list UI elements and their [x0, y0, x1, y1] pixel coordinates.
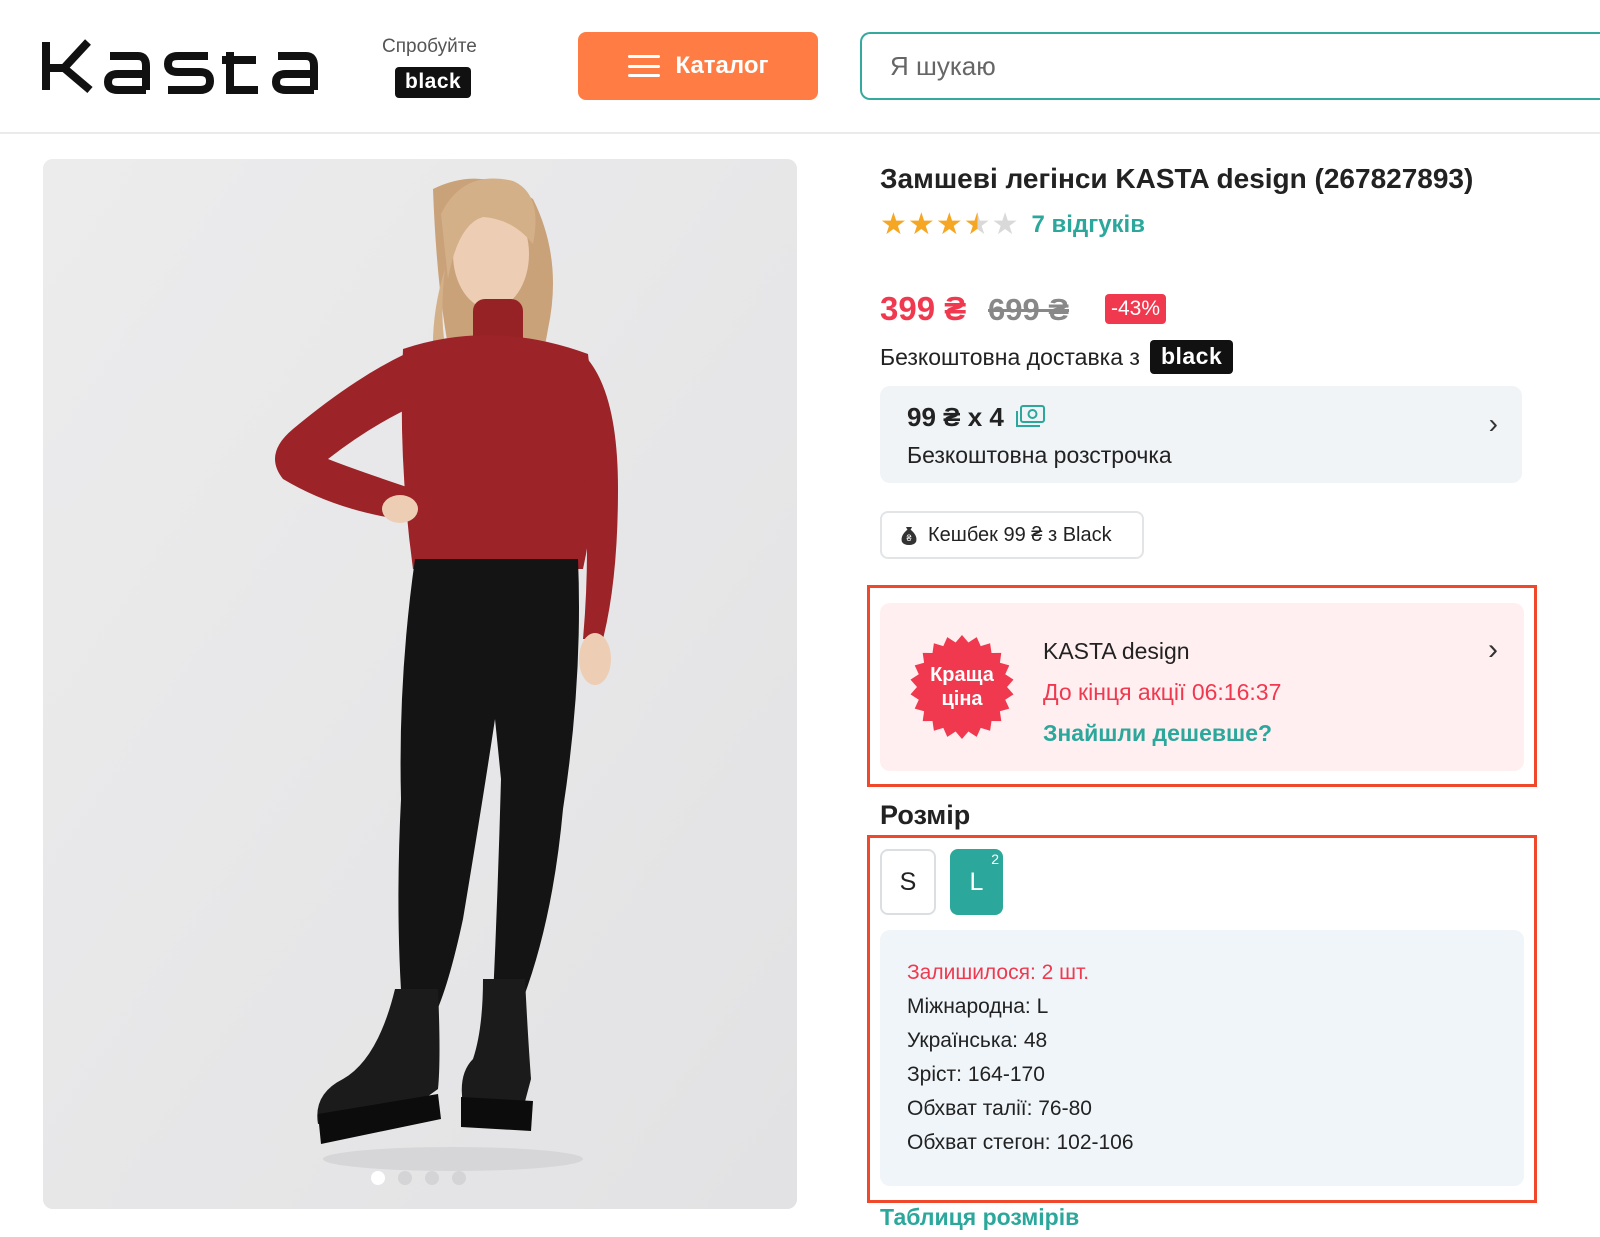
cash-icon [1015, 404, 1045, 427]
product-image[interactable] [43, 159, 797, 1209]
best-price-stamp: Краща ціна [908, 633, 1016, 741]
discount-badge: -43% [1105, 294, 1167, 324]
star-filled-icon: ★ [880, 208, 907, 241]
installment-card[interactable]: 99 ₴ x 4 Безкоштовна розстрочка › [880, 386, 1522, 483]
gallery-dot[interactable] [452, 1171, 466, 1185]
star-filled-icon: ★ [935, 208, 963, 241]
size-height: Зріст: 164-170 [907, 1063, 1045, 1086]
menu-icon [627, 55, 660, 77]
size-stock-count: 2 [991, 851, 999, 867]
black-badge[interactable]: black [395, 67, 472, 98]
seller-name: KASTA design [1043, 638, 1190, 664]
product-title: Замшеві легінси KASTA design (267827893) [880, 163, 1474, 194]
chevron-right-icon: › [1488, 633, 1498, 666]
installment-amount: 99 ₴ x 4 [907, 402, 1004, 432]
catalog-label: Каталог [675, 52, 769, 79]
delivery-text: Безкоштовна доставка з [880, 343, 1140, 370]
star-half-icon: ★ [963, 208, 991, 241]
star-empty-icon: ★ [991, 208, 1019, 241]
size-label: L [969, 867, 984, 896]
cashback-text: Кешбек 99 ₴ з Black [928, 523, 1112, 546]
size-hips: Обхват стегон: 102-106 [907, 1131, 1134, 1154]
size-option-s[interactable]: S [880, 849, 936, 915]
found-cheaper-link[interactable]: Знайшли дешевше? [1043, 720, 1272, 747]
current-price: 399 ₴ [880, 290, 967, 327]
model-photo [43, 159, 797, 1209]
size-international: Міжнародна: L [907, 995, 1049, 1018]
stamp-line2: ціна [941, 688, 983, 710]
stamp-line1: Краща [930, 664, 994, 686]
size-details-panel: Залишилося: 2 шт. Міжнародна: L Українсь… [880, 930, 1524, 1186]
size-label: S [899, 867, 917, 896]
size-waist: Обхват талії: 76-80 [907, 1097, 1092, 1120]
star-filled-icon: ★ [907, 208, 935, 241]
try-black-label: Спробуйте [382, 36, 477, 57]
catalog-button[interactable]: Каталог [578, 32, 818, 100]
stock-remaining: Залишилося: 2 шт. [907, 961, 1090, 984]
promo-timer: До кінця акції 06:16:37 [1043, 679, 1282, 705]
old-price: 699 ₴ [988, 292, 1070, 327]
product-rating: ★ ★ ★ ★ ★ 7 відгуків [880, 210, 1145, 240]
svg-text:₴: ₴ [906, 533, 911, 543]
kasta-logo[interactable] [42, 38, 342, 94]
search-input[interactable] [862, 34, 1600, 98]
chevron-right-icon: › [1488, 408, 1498, 439]
best-price-card[interactable]: Краща ціна KASTA design До кінця акції 0… [880, 603, 1524, 771]
site-header: Спробуйте black Каталог [0, 0, 1600, 134]
gallery-pagination [371, 1171, 466, 1185]
black-badge[interactable]: black [1149, 340, 1234, 374]
size-option-l[interactable]: L 2 [950, 849, 1003, 915]
size-chart-link[interactable]: Таблиця розмірів [880, 1204, 1079, 1231]
cashback-badge[interactable]: ₴ Кешбек 99 ₴ з Black [880, 511, 1144, 559]
free-delivery: Безкоштовна доставка з black [880, 340, 1234, 374]
size-ukrainian: Українська: 48 [907, 1029, 1048, 1052]
money-bag-icon: ₴ [901, 527, 917, 545]
gallery-dot[interactable] [398, 1171, 412, 1185]
gallery-dot[interactable] [371, 1171, 385, 1185]
gallery-dot[interactable] [425, 1171, 439, 1185]
search-box [860, 32, 1600, 100]
reviews-link[interactable]: 7 відгуків [1032, 211, 1145, 239]
size-heading: Розмір [880, 800, 971, 830]
installment-label: Безкоштовна розстрочка [907, 442, 1172, 468]
